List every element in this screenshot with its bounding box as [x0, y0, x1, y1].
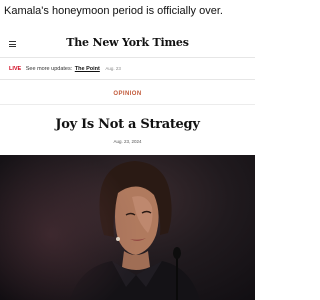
- photo-background-glow: [0, 155, 255, 300]
- post-text: Kamala's honeymoon period is officially …: [4, 5, 223, 17]
- article-photo[interactable]: [0, 155, 255, 300]
- live-link[interactable]: The Point: [75, 66, 100, 72]
- live-label: LIVE: [9, 66, 22, 72]
- section-divider: [0, 104, 255, 105]
- article-date: Aug. 23, 2024: [113, 139, 142, 144]
- publication-logo[interactable]: The New York Times: [0, 36, 255, 49]
- article-headline[interactable]: Joy Is Not a Strategy: [0, 117, 255, 132]
- live-updates-bar: LIVE See more updates: The Point Aug. 23: [0, 58, 255, 80]
- live-date: Aug. 23: [105, 66, 121, 71]
- masthead: The New York Times: [0, 24, 255, 58]
- section-label[interactable]: OPINION: [0, 91, 255, 97]
- article-card[interactable]: The New York Times LIVE See more updates…: [0, 24, 255, 300]
- live-text: See more updates:: [25, 66, 73, 72]
